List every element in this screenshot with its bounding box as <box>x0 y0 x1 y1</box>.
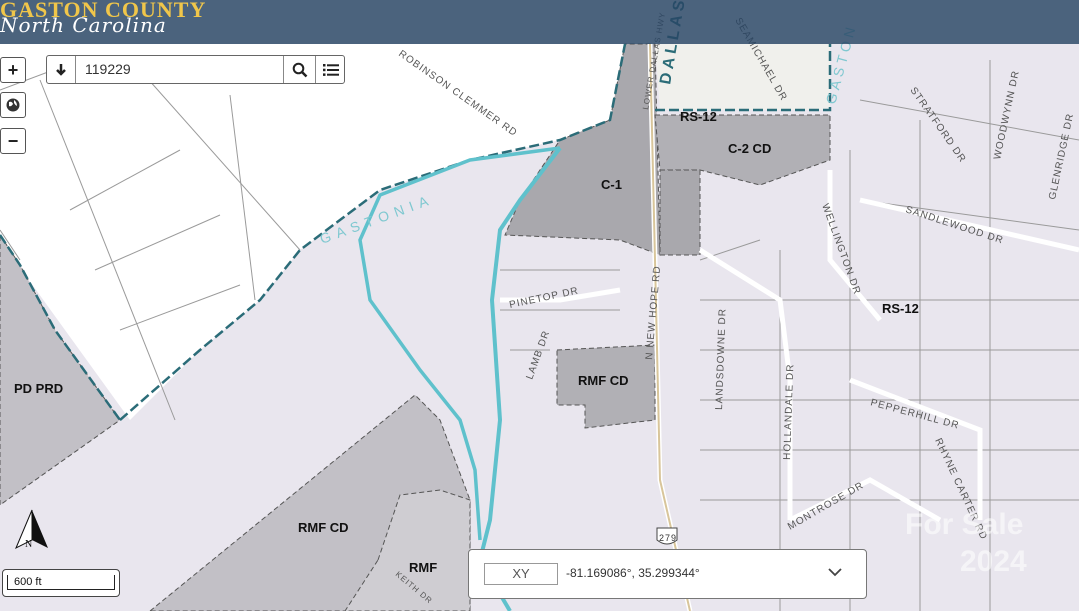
zone-label-rmf: RMF <box>409 560 438 575</box>
xy-button[interactable]: XY <box>484 563 558 585</box>
zone-label-pdprd: PD PRD <box>14 381 64 396</box>
expand-button[interactable] <box>827 564 843 582</box>
scale-bar: 600 ft <box>2 569 120 597</box>
route-number: 279 <box>659 533 677 543</box>
zone-label-rs12-right: RS-12 <box>882 301 919 316</box>
zone-label-rs12-top: RS-12 <box>680 109 717 124</box>
coordinates-readout: -81.169086°, 35.299344° <box>566 566 700 580</box>
zone-label-rmfcd-low: RMF CD <box>298 520 349 535</box>
north-arrow: N <box>8 508 52 559</box>
zone-label-c1: C-1 <box>601 177 622 192</box>
download-button[interactable] <box>47 56 76 83</box>
scale-label: 600 ft <box>7 575 115 590</box>
north-label: N <box>25 539 33 550</box>
watermark-line1: For Sale <box>905 508 1024 541</box>
search-button[interactable] <box>283 56 315 83</box>
watermark-line2: 2024 <box>960 545 1027 578</box>
list-button[interactable] <box>315 56 345 83</box>
arrow-down-icon <box>56 63 66 76</box>
search-icon <box>292 62 307 77</box>
zone-label-rmfcd-mid: RMF CD <box>578 373 629 388</box>
zoom-in-button[interactable]: + <box>0 57 26 83</box>
brand-subtitle: North Carolina <box>0 13 167 37</box>
zoom-out-button[interactable]: − <box>0 128 26 154</box>
chevron-down-icon <box>828 568 842 577</box>
app-header: GASTON COUNTY North Carolina <box>0 0 1079 44</box>
dallas-area <box>655 44 830 110</box>
globe-button[interactable] <box>0 92 26 118</box>
list-icon <box>322 63 339 76</box>
zone-strip <box>659 169 701 256</box>
search-input[interactable]: 119229 <box>85 61 131 77</box>
coordinates-panel: XY -81.169086°, 35.299344° <box>468 549 867 599</box>
search-bar: 119229 <box>46 55 345 84</box>
globe-icon <box>6 98 20 112</box>
zone-label-c2cd: C-2 CD <box>728 141 772 156</box>
